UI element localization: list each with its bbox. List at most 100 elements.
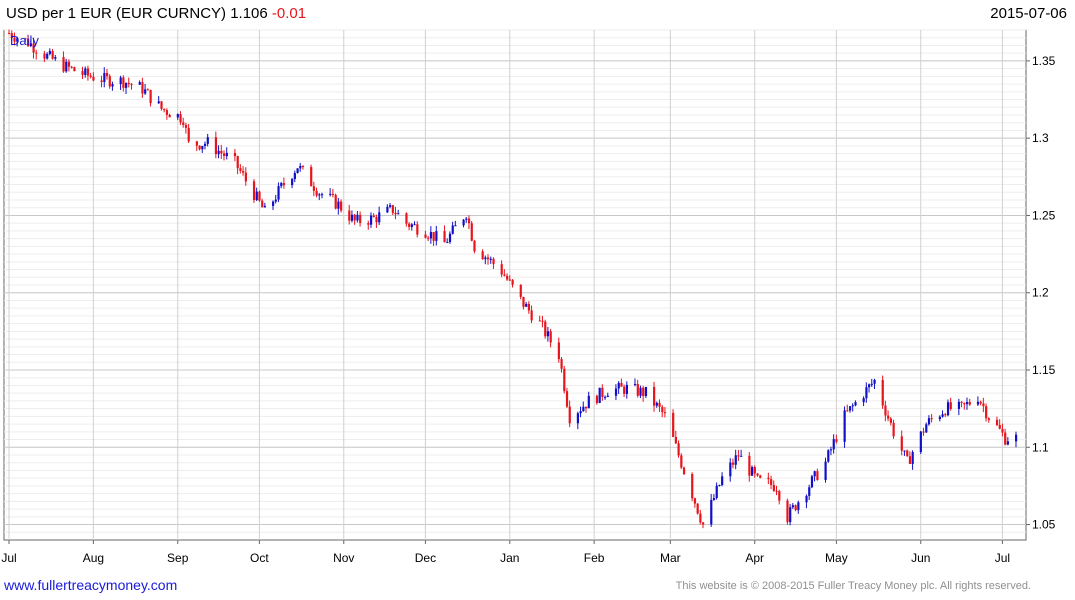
y-axis: 1.05 1.1 1.15 1.2 1.25 1.3 1.35 (1026, 54, 1056, 532)
candle-body (144, 89, 147, 94)
candle-body (1004, 432, 1007, 445)
candle-body (843, 410, 846, 442)
footer-copyright: This website is © 2008-2015 Fuller Treac… (675, 580, 1031, 592)
candle-body (35, 52, 38, 54)
candle-body (544, 321, 547, 337)
candle-body (233, 152, 237, 157)
candle-body (865, 387, 868, 399)
candle-body (519, 284, 522, 297)
candle-body (633, 384, 637, 386)
y-tick-label: 1.2 (1032, 286, 1049, 300)
candle-body (718, 485, 721, 487)
x-tick-label: Aug (83, 551, 104, 565)
candle-body (70, 66, 73, 68)
candle-body (201, 145, 204, 150)
candle-body (530, 310, 533, 321)
candle-body (625, 384, 629, 394)
y-tick-label: 1.3 (1032, 131, 1049, 145)
candle-body (130, 83, 133, 85)
candle-body (620, 382, 623, 387)
candle-body (141, 82, 144, 94)
candle-body (546, 331, 550, 337)
x-tick-label: Feb (584, 551, 605, 565)
candle-body (677, 443, 680, 456)
candle-body (92, 76, 95, 81)
candle-body (67, 61, 71, 67)
candle-body (312, 186, 316, 191)
candle-body (658, 402, 661, 407)
candle-body (614, 388, 618, 396)
candle-body (982, 403, 985, 407)
candle-body (223, 153, 226, 157)
candle-body (389, 205, 392, 207)
candle-body (737, 455, 740, 457)
candle-body (337, 201, 340, 209)
candle-body (108, 76, 111, 87)
candle-body (43, 53, 46, 59)
candle-body (868, 384, 871, 388)
candle-body (753, 467, 756, 474)
candle-body (887, 415, 890, 419)
candle-body (560, 359, 563, 369)
candle-body (976, 401, 980, 405)
candle-body (568, 406, 571, 424)
candle-body (862, 398, 865, 403)
candle-body (881, 379, 884, 406)
candle-body (503, 274, 506, 276)
y-tick-label: 1.15 (1032, 363, 1056, 377)
candle-body (900, 436, 903, 451)
candle-body (778, 491, 781, 501)
candle-body (702, 522, 705, 525)
candle-body (206, 137, 209, 144)
candle-body (715, 485, 718, 499)
x-tick-label: Jun (911, 551, 930, 565)
candle-body (394, 212, 397, 215)
candle-body (712, 498, 716, 500)
candle-body (320, 194, 324, 196)
candle-body (391, 205, 394, 213)
x-axis: Jul Aug Sep Oct Nov Dec Jan Feb Mar Apr May Jun Jul (1, 540, 1010, 565)
candle-body (946, 402, 950, 416)
candle-body (587, 395, 590, 409)
candle-body (424, 234, 427, 238)
candle-body (410, 224, 413, 227)
candle-body (367, 223, 370, 225)
candle-body (86, 68, 90, 76)
candle-body (334, 194, 337, 209)
candle-body (103, 72, 106, 82)
candle-body (816, 471, 819, 480)
candle-body (731, 462, 735, 465)
candle-body (808, 487, 811, 496)
candle-body (960, 401, 963, 403)
candle-body (789, 507, 792, 523)
y-tick-label: 1.1 (1032, 440, 1049, 454)
candle-body (661, 406, 664, 413)
candle-body (277, 186, 280, 200)
candle-body (854, 402, 857, 406)
candle-body (48, 51, 52, 54)
candle-body (416, 224, 419, 235)
candle-body (386, 206, 389, 213)
candle-body (258, 191, 261, 201)
candle-body (968, 402, 971, 405)
candle-body (846, 410, 849, 412)
y-tick-label: 1.05 (1032, 518, 1056, 532)
footer-site-link[interactable]: www.fullertreacymoney.com (4, 577, 177, 593)
candle-body (51, 51, 54, 59)
candle-body (791, 505, 795, 508)
candle-body (576, 413, 580, 424)
candle-body (214, 137, 218, 155)
candle-body (138, 82, 141, 85)
candle-body (184, 124, 188, 128)
candle-body (225, 152, 228, 157)
candle-body (54, 57, 57, 59)
candle-body (432, 232, 435, 241)
candle-body (446, 242, 449, 244)
candle-body (500, 264, 503, 275)
candle-body (557, 342, 560, 360)
candle-body (522, 296, 525, 307)
candle-body (1001, 428, 1004, 433)
candle-body (242, 170, 245, 173)
candle-body (911, 452, 914, 464)
candle-body (310, 167, 313, 187)
